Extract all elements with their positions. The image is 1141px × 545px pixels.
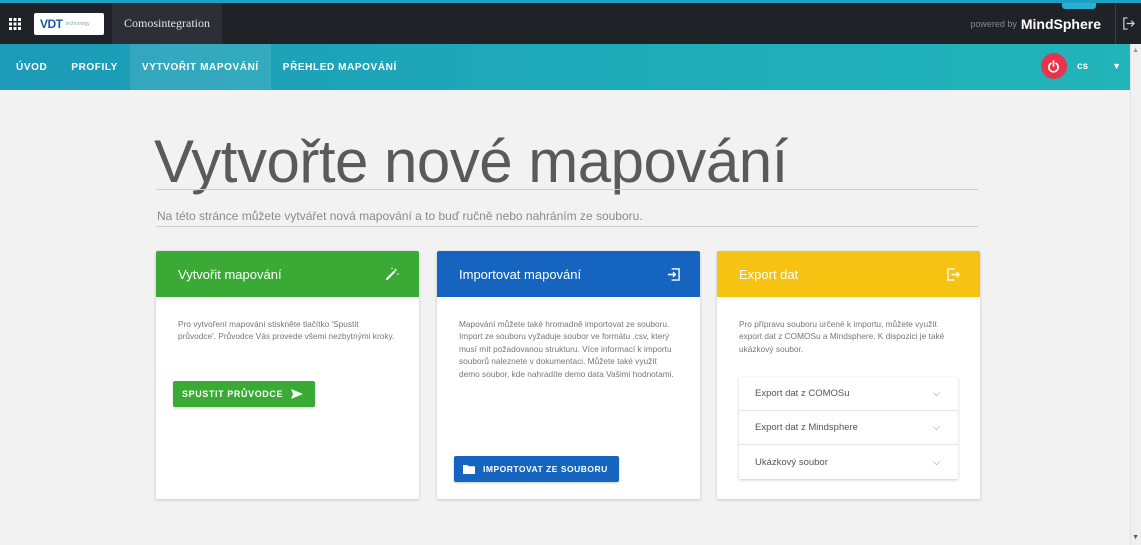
accordion-item-label: Export dat z COMOSu [755, 388, 850, 399]
language-caret-icon[interactable]: ▼ [1112, 61, 1121, 71]
title-divider [156, 189, 978, 190]
main-nav: ÚVOD PROFILY VYTVOŘIT MAPOVÁNÍ PŘEHLED M… [0, 44, 1141, 90]
top-bar: VDT technology Comosintegration powered … [0, 0, 1141, 44]
scroll-up-icon[interactable]: ▲ [1132, 47, 1139, 54]
nav-item-profily[interactable]: PROFILY [59, 44, 130, 90]
accordion-item-label: Export dat z Mindsphere [755, 422, 858, 433]
export-card-text: Pro přípravu souboru určené k importu, m… [739, 319, 945, 354]
nav-item-uvod[interactable]: ÚVOD [0, 44, 59, 90]
logo-subtext: technology [65, 20, 90, 27]
power-icon [1048, 59, 1060, 73]
import-icon [667, 267, 680, 281]
import-from-file-button[interactable]: IMPORTOVAT ZE SOUBORU [454, 456, 619, 482]
export-accordion: Export dat z COMOSu ⌵ Export dat z Minds… [739, 377, 958, 479]
scroll-down-icon[interactable]: ▼ [1132, 534, 1139, 541]
accordion-item-label: Ukázkový soubor [755, 456, 828, 468]
folder-icon [463, 465, 475, 474]
powered-by-label: powered by [970, 18, 1017, 29]
export-icon [947, 267, 960, 281]
brand-name: MindSphere [1020, 15, 1101, 32]
logout-button[interactable] [1115, 3, 1141, 44]
page-title: Vytvořte nové mapování [154, 128, 788, 195]
create-card-text: Pro vytvoření mapování stiskněte tlačítk… [178, 319, 395, 342]
start-wizard-button[interactable]: SPUSTIT PRŮVODCE [173, 381, 316, 407]
accordion-item-mindsphere[interactable]: Export dat z Mindsphere ⌵ [739, 411, 958, 445]
export-data-card: Export dat Pro přípravu souboru určené k… [717, 251, 980, 499]
logo-text: VDT [40, 16, 63, 31]
chevron-down-icon: ⌵ [933, 456, 940, 467]
send-arrow-icon [291, 389, 304, 399]
language-selector[interactable]: cs [1077, 61, 1088, 72]
subtitle-divider [156, 226, 978, 227]
logout-icon [1123, 17, 1135, 30]
top-indicator [1062, 3, 1096, 9]
app-title-tab[interactable]: Comosintegration [112, 3, 222, 44]
nav-item-prehled-mapovani[interactable]: PŘEHLED MAPOVÁNÍ [271, 44, 409, 90]
page-scrollbar[interactable] [1130, 44, 1141, 545]
page-subtitle: Na této stránce můžete vytvářet nová map… [157, 209, 643, 223]
create-card-title: Vytvořit mapování [178, 266, 282, 282]
import-from-file-label: IMPORTOVAT ZE SOUBORU [483, 464, 608, 474]
import-card-text: Mapování můžete také hromadně importovat… [459, 319, 674, 379]
power-button[interactable] [1040, 53, 1067, 79]
nav-item-vytvorit-mapovani[interactable]: VYTVOŘIT MAPOVÁNÍ [129, 44, 271, 90]
import-card-header: Importovat mapování [437, 251, 700, 297]
import-mapping-card: Importovat mapování Mapování můžete také… [437, 251, 700, 499]
nav-right-controls: cs ▼ [1040, 53, 1121, 79]
app-launcher-button[interactable] [0, 3, 30, 44]
chevron-down-icon: ⌵ [933, 422, 940, 432]
magic-wand-icon [386, 267, 399, 280]
chevron-down-icon: ⌵ [933, 388, 940, 398]
create-card-header: Vytvořit mapování [156, 251, 419, 297]
accordion-item-sample-file[interactable]: Ukázkový soubor ⌵ [739, 445, 958, 479]
export-card-title: Export dat [739, 266, 799, 282]
grid-icon [9, 17, 21, 30]
import-card-title: Importovat mapování [459, 266, 582, 282]
export-card-header: Export dat [717, 251, 980, 297]
start-wizard-label: SPUSTIT PRŮVODCE [182, 389, 284, 399]
company-logo[interactable]: VDT technology [34, 12, 104, 35]
accordion-item-comos[interactable]: Export dat z COMOSu ⌵ [739, 377, 958, 411]
create-mapping-card: Vytvořit mapování Pro vytvoření mapování… [156, 251, 419, 499]
